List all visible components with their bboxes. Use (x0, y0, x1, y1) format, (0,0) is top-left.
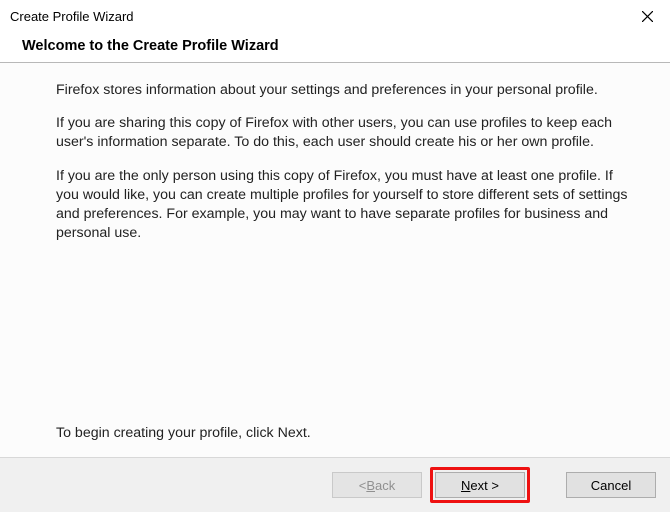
content-area: Firefox stores information about your se… (0, 63, 670, 457)
cancel-button[interactable]: Cancel (566, 472, 656, 498)
close-button[interactable] (624, 0, 670, 32)
intro-paragraph-2: If you are sharing this copy of Firefox … (56, 114, 630, 152)
back-prefix: < (359, 478, 367, 493)
close-icon (642, 11, 653, 22)
back-suffix: ack (375, 478, 395, 493)
next-button[interactable]: Next > (435, 472, 525, 498)
back-button: < Back (332, 472, 422, 498)
page-title: Welcome to the Create Profile Wizard (0, 32, 670, 62)
back-mnemonic: B (366, 478, 375, 493)
content-spacer (56, 257, 630, 424)
titlebar: Create Profile Wizard (0, 0, 670, 32)
begin-instruction: To begin creating your profile, click Ne… (56, 424, 630, 443)
button-bar: < Back Next > Cancel (0, 457, 670, 512)
next-button-highlight: Next > (430, 467, 530, 503)
next-suffix: ext > (470, 478, 499, 493)
intro-paragraph-1: Firefox stores information about your se… (56, 81, 630, 100)
wizard-dialog: Create Profile Wizard Welcome to the Cre… (0, 0, 670, 512)
intro-paragraph-3: If you are the only person using this co… (56, 167, 630, 244)
window-title: Create Profile Wizard (10, 9, 624, 24)
next-mnemonic: N (461, 478, 470, 493)
